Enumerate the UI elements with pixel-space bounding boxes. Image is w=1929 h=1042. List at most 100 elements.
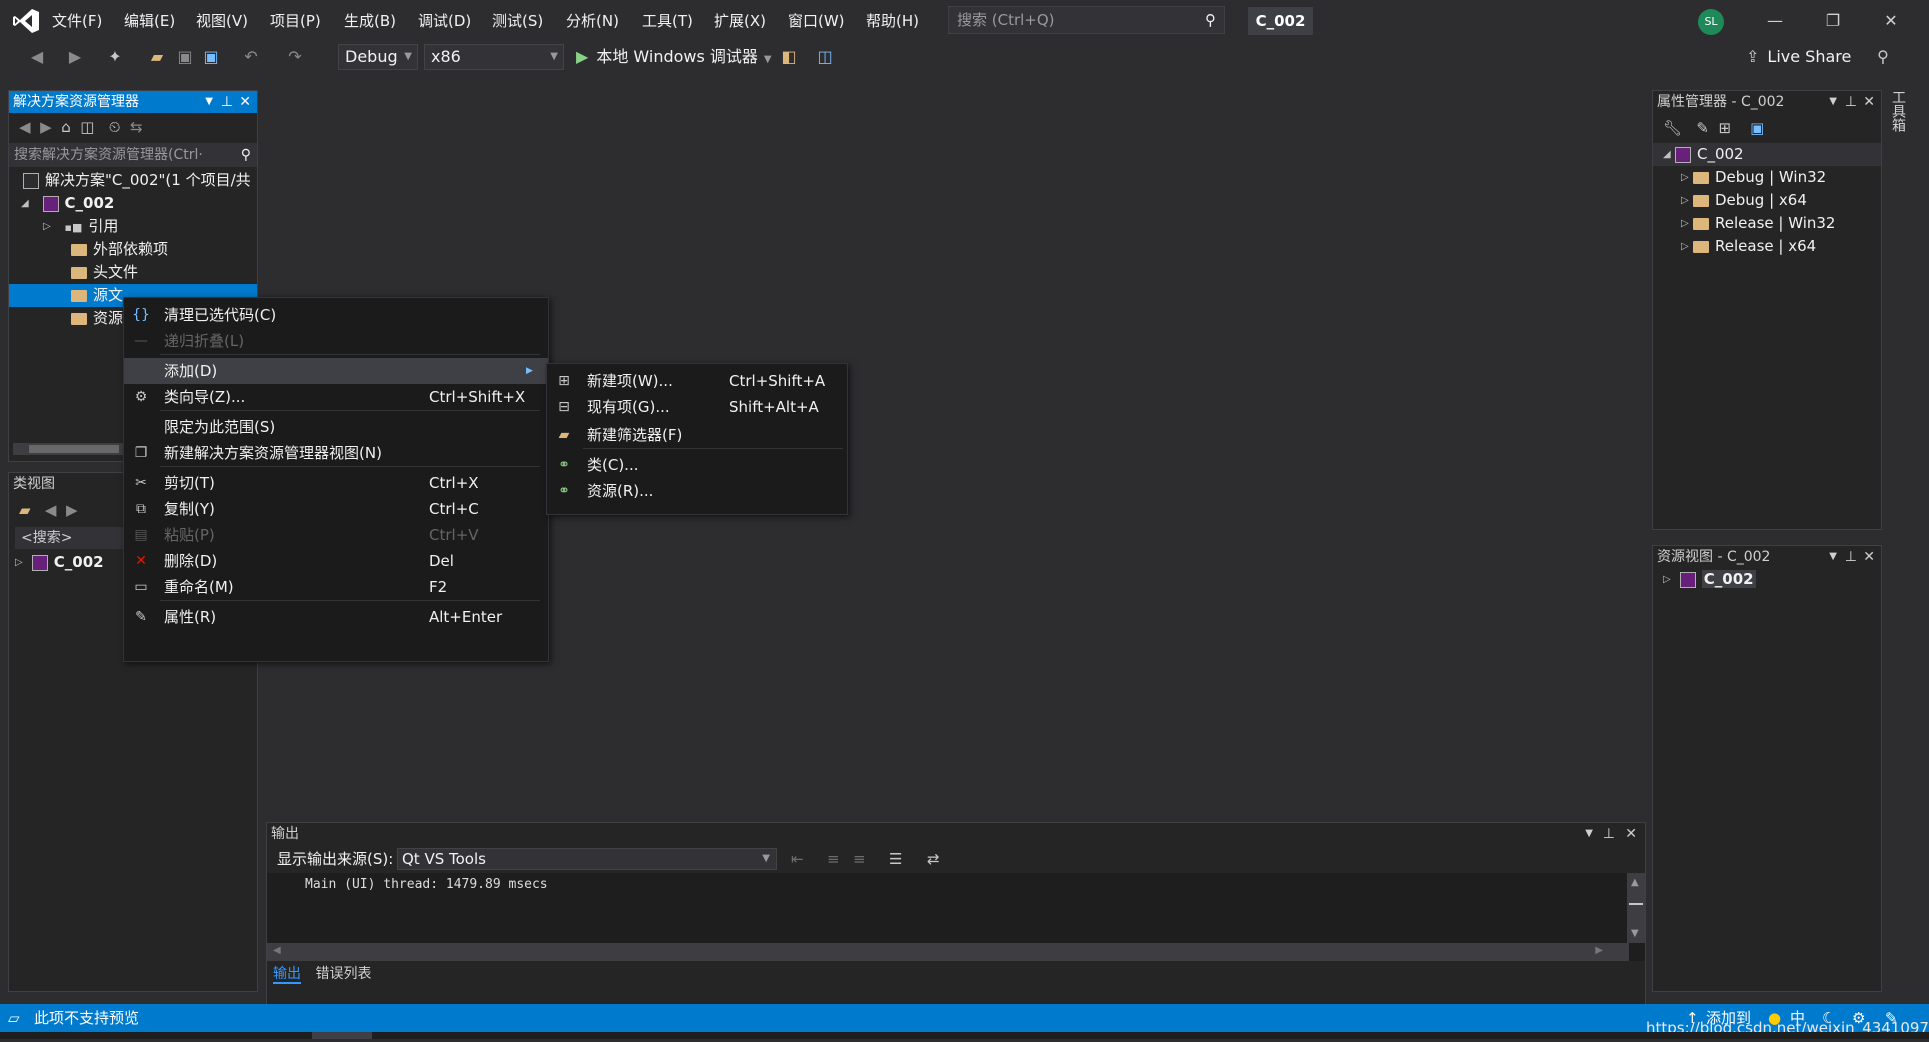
context-menu-item[interactable]: ❐ 新建解决方案资源管理器视图(N) bbox=[124, 440, 548, 466]
output-source-select[interactable]: Qt VS Tools ▼ bbox=[397, 848, 777, 870]
close-icon[interactable]: ✕ bbox=[1625, 823, 1637, 845]
menu-item[interactable]: 帮助(H) bbox=[862, 9, 923, 33]
context-menu-item[interactable]: ▭ 重命名(M) F2 bbox=[124, 574, 548, 600]
forward-icon[interactable]: ▶ bbox=[64, 46, 86, 68]
context-menu-item[interactable]: ⧉ 复制(Y) Ctrl+C bbox=[124, 496, 548, 522]
expand-icon[interactable]: ▷ bbox=[1681, 166, 1693, 189]
prev-message-icon[interactable]: ≡ bbox=[827, 845, 840, 873]
redo-icon[interactable]: ↷ bbox=[284, 46, 306, 68]
menu-item[interactable]: 工具(T) bbox=[638, 9, 697, 33]
context-menu-item[interactable]: 限定为此范围(S) bbox=[124, 414, 548, 440]
screenshot-icon[interactable]: ◫ bbox=[814, 46, 836, 68]
context-menu-item[interactable]: {} 清理已选代码(C) bbox=[124, 302, 548, 328]
context-menu-item[interactable]: ✂ 剪切(T) Ctrl+X bbox=[124, 470, 548, 496]
goto-message-icon[interactable]: ⇤ bbox=[791, 845, 804, 873]
tab-error-list[interactable]: 错误列表 bbox=[315, 966, 371, 982]
toolbox-tab[interactable]: 工具箱 bbox=[1890, 90, 1908, 140]
restore-icon[interactable]: ❐ bbox=[1822, 10, 1844, 32]
new-sheet-icon[interactable]: ⊞ bbox=[1718, 119, 1731, 137]
pin-icon[interactable]: ⊥ bbox=[1603, 823, 1615, 845]
close-icon[interactable]: ✕ bbox=[1880, 10, 1902, 32]
clear-all-icon[interactable]: ☰ bbox=[889, 845, 902, 873]
save-all-icon[interactable]: ▣ bbox=[200, 46, 222, 68]
submenu-item[interactable]: ▰ 新建筛选器(F) bbox=[547, 422, 847, 448]
context-menu-item[interactable]: ✕ 删除(D) Del bbox=[124, 548, 548, 574]
menu-item[interactable]: 文件(F) bbox=[48, 9, 106, 33]
forward-icon[interactable]: ▶ bbox=[40, 118, 52, 136]
resource-project-node[interactable]: ▷ C_002 bbox=[1653, 568, 1881, 591]
add-property-icon[interactable]: ✎ bbox=[1696, 119, 1709, 137]
tree-item-headers[interactable]: 头文件 bbox=[9, 261, 257, 284]
property-config-node[interactable]: ▷ Release | Win32 bbox=[1653, 212, 1881, 235]
menu-item[interactable]: 编辑(E) bbox=[120, 9, 179, 33]
avatar[interactable]: SL bbox=[1698, 9, 1724, 35]
tree-item-external-deps[interactable]: 外部依赖项 bbox=[9, 238, 257, 261]
dropdown-icon[interactable]: ▼ bbox=[205, 91, 213, 113]
context-menu-item[interactable]: 添加(D) ▶ bbox=[124, 358, 548, 384]
expand-icon[interactable]: ▷ bbox=[1681, 235, 1693, 258]
context-menu-item[interactable]: ⚙ 类向导(Z)... Ctrl+Shift+X bbox=[124, 384, 548, 410]
property-config-node[interactable]: ▷ Debug | x64 bbox=[1653, 189, 1881, 212]
output-text-area[interactable]: Main (UI) thread: 1479.89 msecs ▲ ▼ ◀ ▶ bbox=[267, 873, 1645, 961]
menu-item[interactable]: 测试(S) bbox=[488, 9, 547, 33]
property-project-node[interactable]: ◢ C_002 bbox=[1653, 143, 1881, 166]
submenu-item[interactable]: ⚭ 资源(R)... bbox=[547, 478, 847, 504]
submenu-item[interactable]: ⊞ 新建项(W)... Ctrl+Shift+A bbox=[547, 368, 847, 394]
pin-icon[interactable]: ⊥ bbox=[1845, 91, 1857, 113]
platform-select[interactable]: x86 ▼ bbox=[424, 44, 564, 70]
context-menu-item[interactable]: ✎ 属性(R) Alt+Enter bbox=[124, 604, 548, 630]
back-icon[interactable]: ◀ bbox=[45, 501, 57, 519]
pin-icon[interactable]: ⊥ bbox=[221, 91, 233, 113]
word-wrap-icon[interactable]: ⇄ bbox=[927, 845, 940, 873]
submenu-item[interactable]: ⊟ 现有项(G)... Shift+Alt+A bbox=[547, 394, 847, 420]
horizontal-scrollbar[interactable]: ◀ ▶ bbox=[267, 943, 1629, 961]
menu-item[interactable]: 生成(B) bbox=[340, 9, 400, 33]
home-icon[interactable]: ⌂ bbox=[61, 118, 71, 136]
pin-icon[interactable]: ⊥ bbox=[1845, 546, 1857, 568]
minimize-icon[interactable]: — bbox=[1764, 10, 1786, 32]
solution-node[interactable]: 解决方案"C_002"(1 个项目/共 1 bbox=[9, 169, 257, 192]
scrollbar-thumb[interactable] bbox=[29, 445, 119, 453]
next-message-icon[interactable]: ≡ bbox=[853, 845, 866, 873]
close-icon[interactable]: ✕ bbox=[1863, 91, 1875, 113]
close-icon[interactable]: ✕ bbox=[239, 91, 251, 113]
config-select[interactable]: Debug ▼ bbox=[338, 44, 418, 70]
submenu-item[interactable]: ⚭ 类(C)... bbox=[547, 452, 847, 478]
back-icon[interactable]: ◀ bbox=[19, 118, 31, 136]
menu-item[interactable]: 窗口(W) bbox=[784, 9, 849, 33]
menu-item[interactable]: 调试(D) bbox=[414, 9, 475, 33]
project-node[interactable]: ◢ C_002 bbox=[9, 192, 257, 215]
open-icon[interactable]: ▰ bbox=[146, 46, 168, 68]
close-icon[interactable]: ✕ bbox=[1863, 546, 1875, 568]
tab-output[interactable]: 输出 bbox=[273, 966, 301, 984]
pending-changes-icon[interactable]: ⏲ bbox=[109, 118, 121, 136]
new-folder-icon[interactable]: ▰ bbox=[19, 501, 31, 519]
attach-icon[interactable]: ◧ bbox=[778, 46, 800, 68]
dropdown-icon[interactable]: ▼ bbox=[1829, 546, 1837, 568]
new-project-icon[interactable]: ✦ bbox=[104, 46, 126, 68]
feedback-icon[interactable]: ⚲ bbox=[1872, 46, 1894, 68]
save-icon[interactable]: ▣ bbox=[174, 46, 196, 68]
dropdown-icon[interactable]: ▼ bbox=[1829, 91, 1837, 113]
menu-item[interactable]: 分析(N) bbox=[562, 9, 623, 33]
undo-icon[interactable]: ↶ bbox=[240, 46, 262, 68]
menu-item[interactable]: 扩展(X) bbox=[710, 9, 770, 33]
vertical-scrollbar[interactable]: ▲ ▼ bbox=[1627, 873, 1645, 943]
property-config-node[interactable]: ▷ Debug | Win32 bbox=[1653, 166, 1881, 189]
back-icon[interactable]: ◀ bbox=[26, 46, 48, 68]
live-share-button[interactable]: ⇪ Live Share bbox=[1746, 46, 1851, 68]
menu-item[interactable]: 视图(V) bbox=[192, 9, 252, 33]
dropdown-icon[interactable]: ▼ bbox=[1585, 823, 1593, 845]
forward-icon[interactable]: ▶ bbox=[66, 501, 78, 519]
menu-item[interactable]: 项目(P) bbox=[266, 9, 325, 33]
start-debug-button[interactable]: ▶ 本地 Windows 调试器 ▼ bbox=[576, 46, 772, 68]
save-icon[interactable]: ▣ bbox=[1750, 119, 1764, 137]
tree-item-references[interactable]: ▷ ▪■ 引用 bbox=[9, 215, 257, 238]
solution-search-input[interactable]: 搜索解决方案资源管理器(Ctrl· ⚲ bbox=[9, 143, 257, 167]
expand-icon[interactable]: ▷ bbox=[1681, 189, 1693, 212]
property-config-node[interactable]: ▷ Release | x64 bbox=[1653, 235, 1881, 258]
switch-views-icon[interactable]: ◫ bbox=[80, 118, 94, 136]
wrench-icon[interactable]: 🔧︎ bbox=[1663, 119, 1682, 137]
expand-icon[interactable]: ▷ bbox=[1681, 212, 1693, 235]
sync-icon[interactable]: ⇆ bbox=[130, 118, 143, 136]
